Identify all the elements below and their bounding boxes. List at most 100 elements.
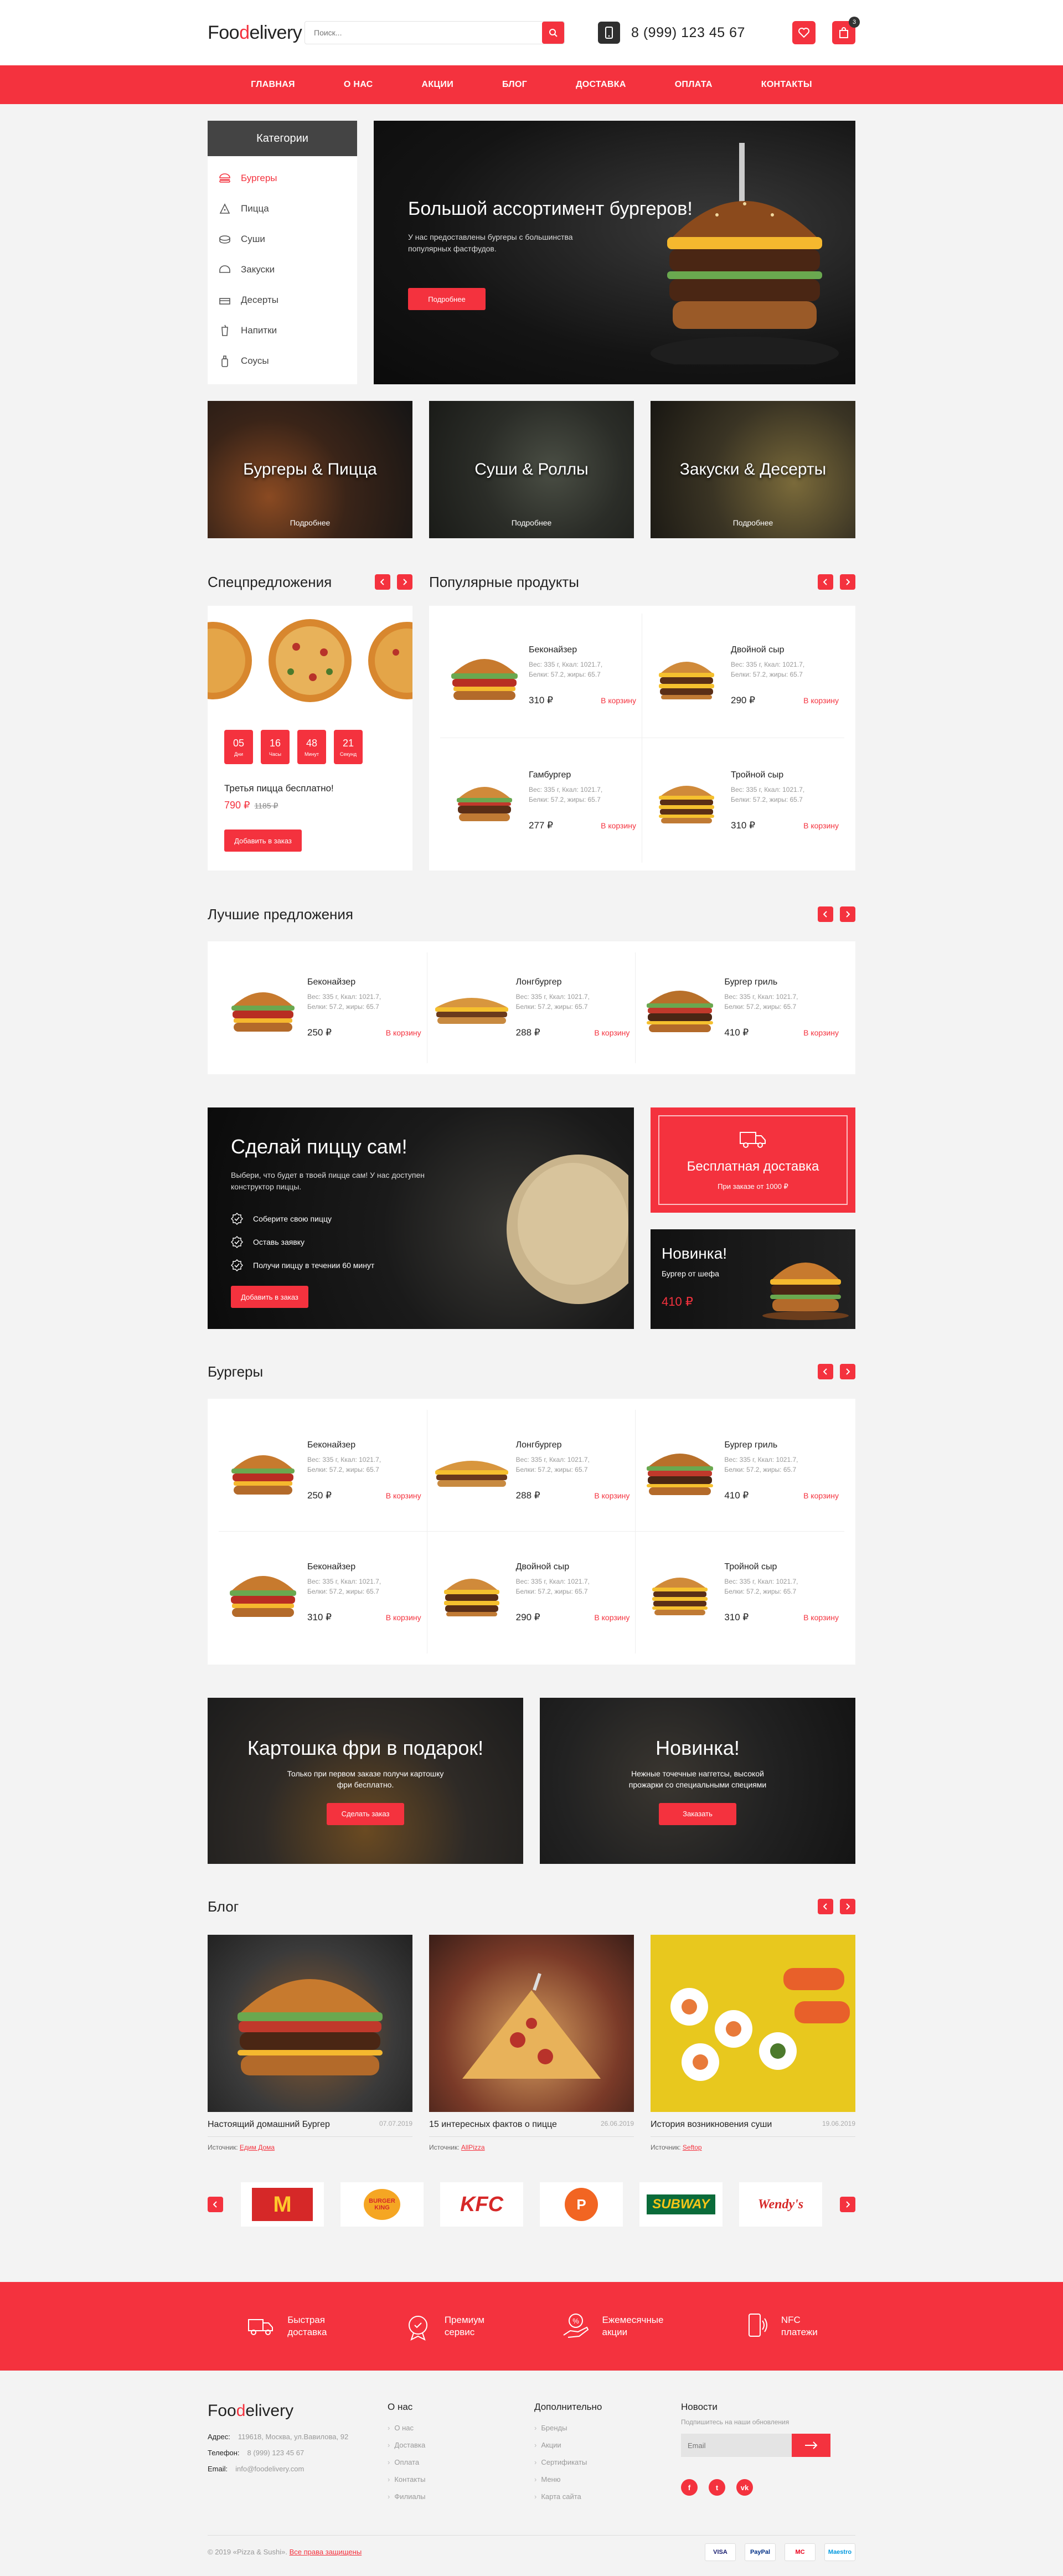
popular-next-button[interactable] — [840, 574, 855, 590]
wishlist-button[interactable] — [792, 21, 816, 44]
make-order-button[interactable]: Сделать заказ — [327, 1802, 404, 1825]
add-to-cart-link[interactable]: В корзину — [386, 1613, 421, 1622]
tile-more-link[interactable]: Подробнее — [733, 518, 773, 527]
rights-link[interactable]: Все права защищены — [290, 2548, 362, 2556]
header-phone[interactable]: 8 (999) 123 45 67 — [598, 22, 745, 44]
blog-card[interactable]: Настоящий домашний Бургер 07.07.2019 Исто… — [208, 1935, 412, 2151]
blog-post-title[interactable]: 15 интересных фактов о пицце — [429, 2120, 557, 2130]
brand-kfc[interactable]: KFC — [440, 2182, 523, 2227]
source-link[interactable]: Едим Дома — [240, 2144, 275, 2151]
burgers-prev-button[interactable] — [818, 1364, 833, 1379]
search-button[interactable] — [542, 22, 564, 44]
product-card[interactable]: Тройной сыр Вес: 335 г, Ккал: 1021.7, Белк… — [636, 1532, 844, 1653]
add-to-cart-link[interactable]: В корзину — [601, 696, 636, 705]
best-next-button[interactable] — [840, 906, 855, 922]
nav-item-contacts[interactable]: КОНТАКТЫ — [737, 80, 837, 90]
best-prev-button[interactable] — [818, 906, 833, 922]
facebook-icon[interactable]: f — [681, 2479, 698, 2496]
nav-item-about[interactable]: О НАС — [319, 80, 398, 90]
tile-more-link[interactable]: Подробнее — [512, 518, 552, 527]
footer-link[interactable]: Акции — [534, 2441, 681, 2449]
nav-item-payment[interactable]: ОПЛАТА — [651, 80, 737, 90]
brands-next-button[interactable] — [840, 2197, 855, 2212]
footer-link[interactable]: Бренды — [534, 2424, 681, 2432]
blog-card[interactable]: 15 интересных фактов о пицце 26.06.2019 И… — [429, 1935, 634, 2151]
footer-link[interactable]: Сертификаты — [534, 2458, 681, 2466]
product-card[interactable]: Гамбургер Вес: 335 г, Ккал: 1021.7, Белки:… — [440, 738, 642, 863]
category-sauces[interactable]: Соусы — [219, 346, 357, 376]
product-card[interactable]: Беконайзер Вес: 335 г, Ккал: 1021.7, Белки… — [219, 952, 427, 1063]
product-card[interactable]: Двойной сыр Вес: 335 г, Ккал: 1021.7, Белк… — [642, 614, 844, 738]
add-to-cart-link[interactable]: В корзину — [594, 1028, 629, 1037]
product-card[interactable]: Беконайзер Вес: 335 г, Ккал: 1021.7, Белки… — [219, 1532, 427, 1653]
blog-prev-button[interactable] — [818, 1899, 833, 1914]
search-input[interactable] — [305, 22, 542, 43]
add-to-cart-link[interactable]: В корзину — [803, 1491, 839, 1500]
newsletter-submit-button[interactable] — [792, 2434, 830, 2457]
brand-burger-king[interactable]: BURGER KING — [340, 2182, 424, 2227]
nav-item-blog[interactable]: БЛОГ — [478, 80, 551, 90]
category-pizza[interactable]: Пицца — [219, 193, 357, 224]
footer-link[interactable]: Филиалы — [388, 2492, 534, 2501]
add-to-cart-link[interactable]: В корзину — [386, 1028, 421, 1037]
product-card[interactable]: Беконайзер Вес: 335 г, Ккал: 1021.7, Белки… — [440, 614, 642, 738]
add-to-order-button[interactable]: Добавить в заказ — [224, 830, 302, 852]
email-value[interactable]: info@foodelivery.com — [235, 2465, 304, 2473]
product-card[interactable]: Лонгбургер Вес: 335 г, Ккал: 1021.7, Белки… — [427, 1410, 636, 1532]
product-card[interactable]: Беконайзер Вес: 335 г, Ккал: 1021.7, Белки… — [219, 1410, 427, 1532]
add-to-cart-link[interactable]: В корзину — [594, 1491, 629, 1500]
source-link[interactable]: Seftop — [683, 2144, 702, 2151]
tile-snacks-desserts[interactable]: Закуски & Десерты Подробнее — [651, 401, 855, 538]
add-to-cart-link[interactable]: В корзину — [803, 1028, 839, 1037]
product-card[interactable]: Бургер гриль Вес: 335 г, Ккал: 1021.7, Бел… — [636, 1410, 844, 1532]
add-to-cart-link[interactable]: В корзину — [601, 821, 636, 830]
order-now-button[interactable]: Заказать — [659, 1802, 736, 1825]
cart-button[interactable]: 3 — [832, 17, 860, 44]
footer-link[interactable]: Контакты — [388, 2475, 534, 2484]
tile-burgers-pizza[interactable]: Бургеры & Пицца Подробнее — [208, 401, 412, 538]
add-to-cart-link[interactable]: В корзину — [386, 1491, 421, 1500]
footer-link[interactable]: О нас — [388, 2424, 534, 2432]
nav-item-home[interactable]: ГЛАВНАЯ — [226, 80, 319, 90]
add-to-cart-link[interactable]: В корзину — [594, 1613, 629, 1622]
blog-card[interactable]: История возникновения суши 19.06.2019 Ист… — [651, 1935, 855, 2151]
blog-post-title[interactable]: Настоящий домашний Бургер — [208, 2120, 330, 2130]
footer-link[interactable]: Доставка — [388, 2441, 534, 2449]
nav-item-delivery[interactable]: ДОСТАВКА — [551, 80, 651, 90]
footer-link[interactable]: Оплата — [388, 2458, 534, 2466]
footer-logo[interactable]: Foodelivery — [208, 2402, 388, 2420]
product-card[interactable]: Бургер гриль Вес: 335 г, Ккал: 1021.7, Бел… — [636, 952, 844, 1063]
brands-prev-button[interactable] — [208, 2197, 223, 2212]
pizza-add-button[interactable]: Добавить в заказ — [231, 1286, 308, 1308]
newsletter-email-input[interactable] — [681, 2434, 792, 2457]
twitter-icon[interactable]: t — [709, 2479, 725, 2496]
brand-wendys[interactable]: Wendy's — [739, 2182, 822, 2227]
category-snacks[interactable]: Закуски — [219, 254, 357, 285]
product-card[interactable]: Лонгбургер Вес: 335 г, Ккал: 1021.7, Белки… — [427, 952, 636, 1063]
tile-sushi-rolls[interactable]: Суши & Роллы Подробнее — [429, 401, 634, 538]
blog-next-button[interactable] — [840, 1899, 855, 1914]
category-sushi[interactable]: Суши — [219, 224, 357, 254]
footer-link[interactable]: Карта сайта — [534, 2492, 681, 2501]
free-delivery-banner[interactable]: Бесплатная доставка При заказе от 1000 ₽ — [651, 1107, 855, 1213]
footer-link[interactable]: Меню — [534, 2475, 681, 2484]
brand-popeyes[interactable]: P — [540, 2182, 623, 2227]
category-drinks[interactable]: Напитки — [219, 315, 357, 346]
source-link[interactable]: AllPizza — [461, 2144, 485, 2151]
new-burger-banner[interactable]: Новинка! Бургер от шефа 410 ₽ — [651, 1229, 855, 1329]
brand-mcdonalds[interactable]: M — [241, 2182, 324, 2227]
tile-more-link[interactable]: Подробнее — [290, 518, 331, 527]
add-to-cart-link[interactable]: В корзину — [803, 821, 839, 830]
logo[interactable]: Foodelivery — [208, 22, 318, 44]
add-to-cart-link[interactable]: В корзину — [803, 696, 839, 705]
vk-icon[interactable]: vk — [736, 2479, 753, 2496]
hero-more-button[interactable]: Подробнее — [408, 288, 486, 310]
popular-prev-button[interactable] — [818, 574, 833, 590]
phone-value[interactable]: 8 (999) 123 45 67 — [247, 2449, 305, 2457]
blog-post-title[interactable]: История возникновения суши — [651, 2120, 772, 2130]
add-to-cart-link[interactable]: В корзину — [803, 1613, 839, 1622]
product-card[interactable]: Двойной сыр Вес: 335 г, Ккал: 1021.7, Белк… — [427, 1532, 636, 1653]
nav-item-promos[interactable]: АКЦИИ — [398, 80, 478, 90]
special-prev-button[interactable] — [375, 574, 390, 590]
product-card[interactable]: Тройной сыр Вес: 335 г, Ккал: 1021.7, Белк… — [642, 738, 844, 863]
